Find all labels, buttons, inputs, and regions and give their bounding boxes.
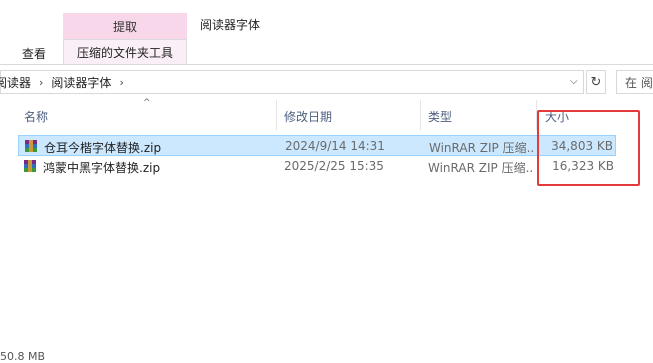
winrar-zip-icon <box>25 140 37 152</box>
file-row[interactable]: 仓耳今楷字体替换.zip 2024/9/14 14:31 WinRAR ZIP … <box>18 135 616 156</box>
column-modified[interactable]: 修改日期 <box>284 108 332 125</box>
breadcrumb-separator-icon[interactable]: › <box>33 76 49 89</box>
tab-compressed-folder-tools[interactable]: 压缩的文件夹工具 <box>63 39 187 64</box>
refresh-icon[interactable]: ↻ <box>586 70 606 94</box>
winrar-zip-icon <box>24 160 36 172</box>
status-bar: 50.8 MB <box>0 350 46 363</box>
breadcrumb-parent[interactable]: 阅读器 <box>0 74 33 91</box>
column-type[interactable]: 类型 <box>428 108 452 125</box>
file-type: WinRAR ZIP 压缩... <box>428 161 534 175</box>
file-modified: 2024/9/14 14:31 <box>285 139 385 153</box>
file-name: 仓耳今楷字体替换.zip <box>44 141 162 155</box>
file-type: WinRAR ZIP 压缩... <box>429 141 535 155</box>
highlight-annotation <box>537 110 640 186</box>
ribbon: 提取 压缩的文件夹工具 查看 阅读器字体 <box>0 0 653 65</box>
column-name[interactable]: 名称 <box>24 108 48 125</box>
address-row: 阅读器 › 阅读器字体 › ⌵ ↻ 在 阅 <box>0 70 653 96</box>
breadcrumb-separator-icon[interactable]: › <box>113 76 129 89</box>
column-divider[interactable] <box>276 100 277 130</box>
file-row[interactable]: 鸿蒙中黑字体替换.zip 2025/2/25 15:35 WinRAR ZIP … <box>18 156 616 177</box>
sort-up-icon: ^ <box>143 98 151 108</box>
chevron-down-icon[interactable]: ⌵ <box>570 76 578 87</box>
column-divider[interactable] <box>420 100 421 130</box>
window-title: 阅读器字体 <box>200 18 261 32</box>
file-modified: 2025/2/25 15:35 <box>284 159 384 173</box>
tab-extract-context[interactable]: 提取 <box>63 13 187 39</box>
breadcrumb-current[interactable]: 阅读器字体 <box>49 74 113 91</box>
file-name: 鸿蒙中黑字体替换.zip <box>43 161 161 175</box>
address-bar[interactable]: 阅读器 › 阅读器字体 › ⌵ <box>0 70 584 94</box>
tab-view[interactable]: 查看 <box>22 45 46 62</box>
search-input[interactable]: 在 阅 <box>616 70 653 94</box>
